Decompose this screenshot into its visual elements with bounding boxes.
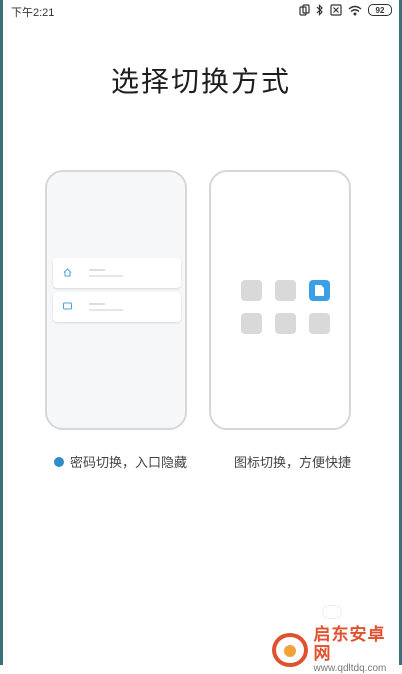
option-password-switch-card[interactable]	[45, 170, 187, 430]
preview-list-item-home	[53, 258, 181, 288]
watermark: 启东安卓网 www.qdltdq.com	[272, 625, 402, 674]
watermark-faint-mark	[322, 605, 342, 619]
battery-icon: 92	[368, 4, 392, 16]
preview-text-line	[89, 275, 123, 277]
status-bar: 下午2:21 92	[0, 0, 402, 22]
bluetooth-icon	[316, 4, 323, 16]
document-icon	[315, 285, 324, 296]
screen: 下午2:21 92 选择切换方式 密码切换，入口隐藏 图标切换，方便快捷 启东安…	[0, 0, 402, 674]
page-title: 选择切换方式	[110, 66, 291, 97]
preview-text-line	[89, 309, 123, 311]
watermark-logo-icon	[272, 633, 308, 668]
preview-text-line	[89, 303, 105, 305]
watermark-text: 启东安卓网 www.qdltdq.com	[313, 625, 402, 674]
preview-app-tile	[241, 313, 262, 334]
preview-app-tile	[241, 280, 262, 301]
watermark-title: 启东安卓网	[313, 625, 386, 663]
sim-off-icon	[330, 4, 342, 16]
option-password-switch-label: 密码切换，入口隐藏	[70, 455, 188, 470]
home-icon	[63, 268, 72, 277]
preview-app-tile-active	[309, 280, 330, 301]
status-icons: 92	[299, 4, 392, 16]
option-password-switch-caption[interactable]: 密码切换，入口隐藏	[54, 452, 187, 471]
option-icon-switch-label: 图标切换，方便快捷	[234, 455, 352, 470]
folder-icon	[63, 302, 72, 310]
screen-rotate-icon	[299, 4, 310, 16]
preview-app-tile	[309, 313, 330, 334]
option-icon-switch-card[interactable]	[209, 170, 351, 430]
option-icon-switch-caption[interactable]: 图标切换，方便快捷	[234, 452, 351, 471]
status-time: 下午2:21	[11, 7, 55, 19]
preview-app-tile	[275, 313, 296, 334]
preview-app-tile	[275, 280, 296, 301]
preview-list-item-folder	[53, 292, 181, 322]
preview-text-line	[89, 269, 105, 271]
selected-radio-dot	[54, 456, 64, 467]
wifi-icon	[348, 5, 362, 15]
